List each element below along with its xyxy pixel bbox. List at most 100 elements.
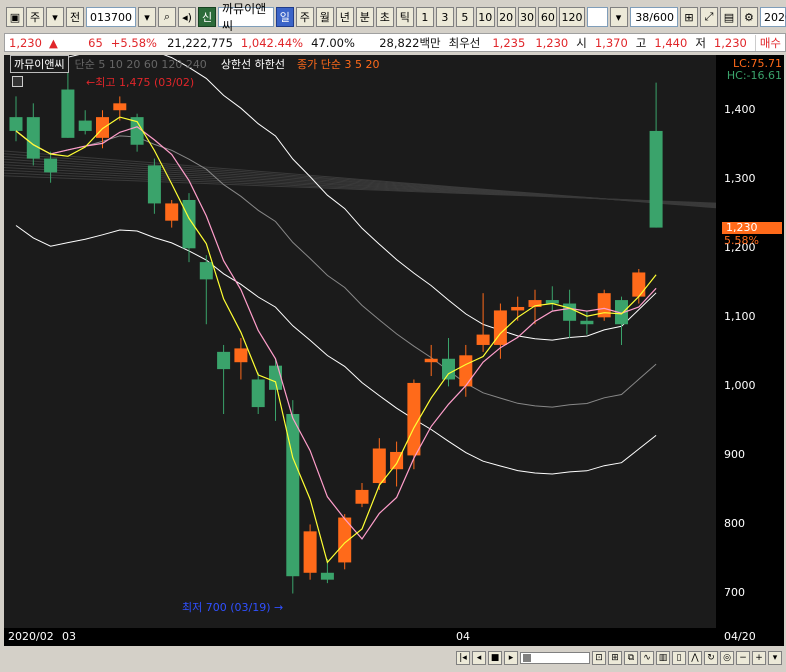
refresh-icon[interactable]: ↻ bbox=[704, 651, 718, 665]
save-icon[interactable]: ▤ bbox=[719, 7, 738, 27]
candle-body bbox=[44, 158, 58, 173]
bar-chart-icon[interactable]: ▥ bbox=[656, 651, 670, 665]
count-60-button[interactable]: 60 bbox=[538, 7, 558, 27]
grid-settings-icon[interactable]: ⊞ bbox=[679, 7, 698, 27]
candle-body bbox=[96, 117, 109, 138]
candle-body bbox=[217, 351, 231, 370]
low-label: 저 bbox=[695, 35, 706, 50]
scroll-left-icon[interactable]: ◂ bbox=[472, 651, 486, 665]
interval-second-tab[interactable]: 초 bbox=[375, 7, 394, 27]
interval-tick-tab[interactable]: 틱 bbox=[395, 7, 414, 27]
table-icon[interactable] bbox=[12, 76, 23, 87]
change-percent: +5.58% bbox=[110, 35, 157, 50]
period-month-tab[interactable]: 월 bbox=[315, 7, 334, 27]
code-dropdown-icon[interactable]: ▾ bbox=[138, 7, 156, 27]
count-3-button[interactable]: 3 bbox=[435, 7, 454, 27]
zoom-icon[interactable]: ◎ bbox=[720, 651, 734, 665]
count-1-button[interactable]: 1 bbox=[415, 7, 434, 27]
trade-value: 28,822백만 bbox=[379, 35, 441, 50]
scroll-right-icon[interactable]: ▸ bbox=[504, 651, 518, 665]
count-10-button[interactable]: 10 bbox=[475, 7, 495, 27]
count-30-button[interactable]: 30 bbox=[517, 7, 537, 27]
x-label-start: 2020/02 bbox=[8, 630, 54, 643]
prefix-button[interactable]: 전 bbox=[66, 7, 84, 27]
market-selector[interactable]: 주 bbox=[26, 7, 44, 27]
legend-envelope: 상한선 하한선 bbox=[220, 58, 286, 71]
paging-field[interactable]: 38/600 bbox=[629, 7, 678, 27]
scroll-slider[interactable] bbox=[520, 652, 590, 664]
new-button[interactable]: 신 bbox=[198, 7, 216, 27]
y-tick-label: 700 bbox=[724, 586, 745, 600]
count-30-label: 30 bbox=[520, 10, 535, 24]
more-icon[interactable]: ▾ bbox=[768, 651, 782, 665]
plot-area[interactable]: 까뮤이앤씨 단순 5 10 20 60 120 240 상한선 하한선 종가 단… bbox=[3, 36, 725, 628]
y-tick-label: 1,300 bbox=[724, 172, 756, 186]
fit-icon[interactable]: ⊞ bbox=[608, 651, 622, 665]
stop-icon[interactable]: ■ bbox=[488, 651, 502, 665]
chart-window: ▣ 주 ▾ 전 013700 ▾ ⌕ ◂) 신 까뮤이앤씨 일 주 월 년 분 … bbox=[0, 0, 786, 672]
x-label-end: 04/20 bbox=[724, 630, 756, 643]
open-label: 시 bbox=[576, 35, 587, 50]
candle-body bbox=[113, 103, 127, 111]
time-axis[interactable]: 2020/02 03 04 04/20 bbox=[4, 628, 784, 646]
hc-indicator: HC:-16.61 bbox=[726, 69, 782, 82]
candle-body bbox=[61, 89, 75, 138]
candle-body bbox=[251, 379, 265, 408]
speaker-icon[interactable]: ◂) bbox=[178, 7, 196, 27]
candle-body bbox=[234, 348, 248, 363]
candlestick-svg bbox=[3, 36, 725, 594]
gear-icon[interactable]: ⚙ bbox=[739, 7, 758, 27]
zoom-out-icon[interactable]: − bbox=[736, 651, 750, 665]
x-label-apr: 04 bbox=[456, 630, 470, 643]
count-20-button[interactable]: 20 bbox=[496, 7, 516, 27]
low-price: 1,230 bbox=[713, 35, 747, 50]
last-price-tag: 1,230 bbox=[722, 221, 782, 234]
price-axis[interactable]: LC:75.71 HC:-16.61 1,400 1,300 1,200 1,100 1… bbox=[716, 55, 784, 628]
count-120-button[interactable]: 120 bbox=[559, 7, 585, 27]
candle-body bbox=[165, 203, 179, 221]
period-week-tab[interactable]: 주 bbox=[295, 7, 314, 27]
candle-body bbox=[649, 130, 663, 228]
quote-bar: 1,230 ▲ 65 +5.58% 21,222,775 1,042.44% 4… bbox=[4, 33, 786, 52]
count-5-button[interactable]: 5 bbox=[455, 7, 474, 27]
market-dropdown-icon[interactable]: ▾ bbox=[46, 7, 64, 27]
count-120-label: 120 bbox=[561, 10, 583, 24]
zoom-in-icon[interactable]: + bbox=[752, 651, 766, 665]
y-tick-label: 800 bbox=[724, 517, 745, 531]
draw-tool-icon[interactable]: ⤢ bbox=[699, 7, 718, 27]
code-input[interactable]: 013700 bbox=[86, 7, 136, 27]
date-field[interactable]: 2020. bbox=[759, 7, 786, 27]
zoom-reset-icon[interactable]: ⊡ bbox=[592, 651, 606, 665]
last-pct-tag: 5.58% bbox=[724, 233, 759, 247]
trend-icon[interactable]: ⋀ bbox=[688, 651, 702, 665]
volume: 21,222,775 bbox=[167, 35, 233, 50]
price-chart[interactable]: 까뮤이앤씨 단순 5 10 20 60 120 240 상한선 하한선 종가 단… bbox=[3, 36, 784, 646]
slider-thumb[interactable] bbox=[523, 654, 531, 662]
best-bid: 1,230 bbox=[535, 35, 569, 50]
candle-body bbox=[442, 358, 455, 380]
period-year-tab[interactable]: 년 bbox=[335, 7, 354, 27]
count-1-label: 1 bbox=[421, 10, 429, 24]
candle-body bbox=[269, 365, 282, 390]
interval-minute-tab[interactable]: 분 bbox=[355, 7, 374, 27]
market-selector-label: 주 bbox=[29, 11, 41, 24]
candle-body bbox=[78, 120, 92, 131]
count-20-label: 20 bbox=[499, 10, 514, 24]
compare-icon[interactable]: ⧉ bbox=[624, 651, 638, 665]
legend-stock-label[interactable]: 까뮤이앤씨 bbox=[10, 55, 69, 73]
low-arrow-icon: → bbox=[270, 601, 284, 614]
candle-chart-icon[interactable]: ▯ bbox=[672, 651, 686, 665]
volume-ratio: 1,042.44% bbox=[240, 35, 304, 50]
scroll-first-icon[interactable]: |◂ bbox=[456, 651, 470, 665]
window-icon[interactable]: ▣ bbox=[6, 7, 24, 27]
custom-count-dropdown-icon[interactable]: ▾ bbox=[609, 7, 628, 27]
search-icon[interactable]: ⌕ bbox=[158, 7, 176, 27]
interval-second-label: 초 bbox=[379, 11, 390, 24]
line-chart-icon[interactable]: ∿ bbox=[640, 651, 654, 665]
buy-button[interactable]: 매수 bbox=[754, 34, 785, 51]
y-tick-label: 1,100 bbox=[724, 310, 756, 324]
period-day-tab[interactable]: 일 bbox=[275, 7, 294, 27]
custom-count-input[interactable] bbox=[586, 7, 608, 27]
count-60-label: 60 bbox=[540, 10, 555, 24]
candle-body bbox=[147, 165, 161, 204]
